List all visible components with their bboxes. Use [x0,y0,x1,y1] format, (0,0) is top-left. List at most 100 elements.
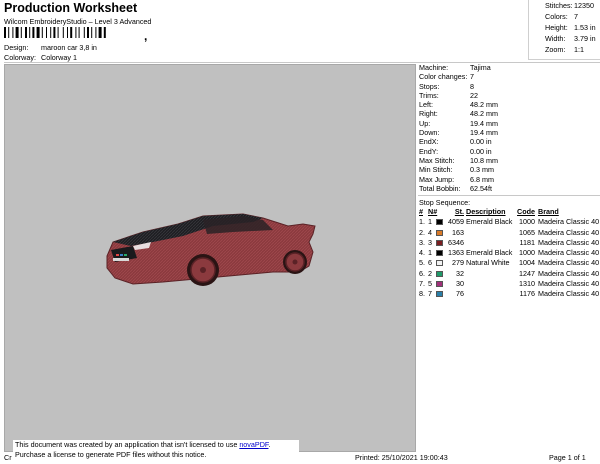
color-swatch [436,219,443,226]
novapdf-link[interactable]: novaPDF [239,440,268,449]
info-row: Total Bobbin: 62.54ft [419,184,498,193]
stop-cell-st: 1363 [448,248,464,258]
stop-cell-n: 1 [428,248,432,258]
info-label: Min Stitch: [419,165,453,175]
stop-cell-brand: Madeira Classic 40 [538,268,600,278]
color-swatch [436,250,443,257]
design-row: Design: maroon car 3,8 in [4,43,97,52]
info-row: Machine: Tajima [419,63,498,72]
stop-cell-num: 3. [419,237,425,247]
stop-cell-n: 2 [428,268,432,278]
info-label: EndX: [419,137,439,147]
stop-cell-num: 2. [419,227,425,237]
stop-cell-st: 279 [452,258,464,268]
design-value: maroon car 3,8 in [41,43,97,52]
stat-colors: Colors: 7 [545,12,578,21]
info-label: Up: [419,118,431,128]
stat-stitches: Stitches:12350 [545,1,594,10]
stats-panel: Stitches:12350 Colors: 7 Height: 1.53 in W… [528,0,600,60]
info-row: EndY: 0.00 in [419,147,498,156]
stop-cell-brand: Madeira Classic 40 [538,289,600,299]
info-value: 19.4 mm [470,118,498,128]
info-row: Color changes: 7 [419,72,498,81]
stop-cell-num: 4. [419,248,425,258]
stop-cell-brand: Madeira Classic 40 [538,217,600,227]
stop-cell-code: 1310 [519,279,535,289]
stop-cell-code: 1004 [519,258,535,268]
info-label: Stops: [419,81,440,91]
stop-cell-desc: Emerald Black [466,248,513,258]
stop-cell-num: 6. [419,268,425,278]
stop-cell-st: 76 [456,289,464,299]
info-value: 8 [470,81,474,91]
colorway-value: Colorway 1 [41,53,77,62]
info-value: 6.8 mm [470,174,494,184]
info-value: 48.2 mm [470,109,498,119]
stop-sequence-title: Stop Sequence: [419,198,471,207]
stat-zoom: Zoom: 1:1 [545,45,584,54]
page-title: Production Worksheet [4,1,138,15]
stop-cell-code: 1065 [519,227,535,237]
info-value: 10.8 mm [470,155,498,165]
info-value: 0.3 mm [470,165,494,175]
color-swatch [436,260,443,267]
color-swatch [436,239,443,246]
stop-cell-num: 5. [419,258,425,268]
info-row: Right: 48.2 mm [419,109,498,118]
stop-cell-n: 3 [428,237,432,247]
stop-cell-code: 1176 [519,289,535,299]
info-value: Tajima [470,63,491,72]
license-notice: This document was created by an applicat… [13,440,299,460]
stop-cell-code: 1247 [519,268,535,278]
info-row: Trims: 22 [419,91,498,100]
info-value: 48.2 mm [470,100,498,110]
info-row: Up: 19.4 mm [419,119,498,128]
info-label: Total Bobbin: [419,183,461,193]
stat-height: Height: 1.53 in [545,23,596,32]
stop-cell-st: 30 [456,279,464,289]
info-value: 19.4 mm [470,128,498,138]
stop-cell-st: 6346 [448,237,464,247]
printed-timestamp: Printed: 25/10/2021 19:00:43 [355,453,448,462]
stop-cell-brand: Madeira Classic 40 [538,258,600,268]
color-swatch [436,270,443,277]
stop-cell-n: 6 [428,258,432,268]
info-row: EndX: 0.00 in [419,137,498,146]
design-preview [4,64,416,452]
info-row: Max Stitch: 10.8 mm [419,156,498,165]
info-value: 62.54ft [470,183,492,193]
info-label: Max Stitch: [419,155,455,165]
stop-cell-desc: Natural White [466,258,510,268]
info-divider [418,195,600,196]
info-value: 0.00 in [470,146,492,156]
car-embroidery-image [106,213,316,286]
color-swatch [436,291,443,298]
stop-cell-st: 4059 [448,217,464,227]
info-row: Max Jump: 6.8 mm [419,175,498,184]
stop-cell-brand: Madeira Classic 40 [538,248,600,258]
colorway-row: Colorway: Colorway 1 [4,53,77,62]
info-row: Left: 48.2 mm [419,100,498,109]
page-number: Page 1 of 1 [549,453,586,462]
info-row: Down: 19.4 mm [419,128,498,137]
stop-cell-num: 8. [419,289,425,299]
stop-cell-brand: Madeira Classic 40 [538,237,600,247]
stop-cell-code: 1000 [519,248,535,258]
stop-cell-n: 4 [428,227,432,237]
stop-cell-n: 7 [428,289,432,299]
stop-cell-brand: Madeira Classic 40 [538,227,600,237]
info-row: Stops: 8 [419,82,498,91]
color-swatch [436,229,443,236]
stop-cell-st: 32 [456,268,464,278]
info-label: Down: [419,128,440,138]
info-label: Machine: [419,63,449,72]
stop-cell-num: 1. [419,217,425,227]
info-row: Min Stitch: 0.3 mm [419,165,498,174]
colorway-label: Colorway: [4,53,36,62]
color-swatch [436,281,443,288]
info-value: 22 [470,90,478,100]
info-label: Color changes: [419,72,468,82]
info-value: 0.00 in [470,137,492,147]
info-value: 7 [470,72,474,82]
stop-cell-num: 7. [419,279,425,289]
